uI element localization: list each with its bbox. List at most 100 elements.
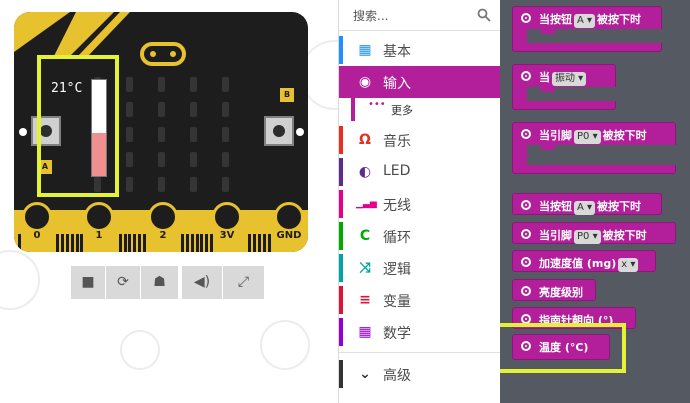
led-pixel	[126, 177, 133, 192]
block-dropdown[interactable]: A ▾	[574, 201, 596, 215]
pin-1[interactable]	[84, 202, 114, 232]
button-b[interactable]	[264, 116, 294, 146]
restart-icon[interactable]: ⟳	[106, 266, 140, 299]
category-数学[interactable]: ▦ 数学	[339, 316, 501, 348]
category-高级[interactable]: ⌄ 高级	[339, 358, 501, 390]
edge-tooth	[18, 234, 21, 252]
block-label: 当引脚 P0 ▾ 被按下时	[539, 127, 647, 144]
pin-label: 2	[159, 230, 167, 241]
subcategory-more[interactable]: ••• 更多	[351, 97, 501, 121]
toolbox-sidebar: 搜索... ▦ 基本 ◉ 输入 ••• 更多 Ω 音乐 ◐ LED ▁▃▅ 无线 C 循环 ⤨ 逻辑 ≡ 变量 ▦ 数…	[338, 0, 501, 403]
block-text: 被按下时	[597, 13, 642, 26]
block-text: 当按钮	[539, 13, 572, 26]
block-dropdown[interactable]: A ▾	[574, 14, 596, 28]
category-逻辑[interactable]: ⤨ 逻辑	[339, 252, 501, 284]
pin-label: 1	[95, 230, 103, 241]
block-text: 被按下时	[602, 129, 647, 142]
category-label: 变量	[383, 294, 411, 310]
button-a-edge	[19, 128, 27, 136]
category-label: 输入	[383, 76, 411, 92]
block-dropdown[interactable]: 振动 ▾	[552, 72, 587, 86]
category-label: 数学	[383, 326, 411, 342]
block-dropdown[interactable]: x ▾	[618, 258, 639, 272]
pin-label: GND	[276, 230, 302, 241]
toolbox-search[interactable]: 搜索...	[339, 0, 501, 30]
block-notch	[541, 145, 555, 150]
led-pixel	[126, 127, 133, 142]
category-输入[interactable]: ◉ 输入	[339, 66, 501, 98]
toggle-icon: ◐	[358, 164, 372, 180]
led-pixel	[158, 102, 165, 117]
pin-0[interactable]	[22, 202, 52, 232]
category-label: 音乐	[383, 134, 411, 150]
shuffle-icon: ⤨	[359, 260, 371, 276]
led-pixel	[190, 77, 197, 92]
block-dropdown[interactable]: P0 ▾	[574, 130, 601, 144]
edge-tooth	[186, 234, 189, 252]
block-radio-icon	[521, 229, 531, 239]
category-无线[interactable]: ▁▃▅ 无线	[339, 188, 501, 220]
led-pixel	[158, 77, 165, 92]
block-dropdown[interactable]: P0 ▾	[574, 230, 601, 244]
category-循环[interactable]: C 循环	[339, 220, 501, 252]
category-label: 高级	[383, 368, 411, 384]
input-block[interactable]: 亮度级别	[512, 279, 596, 301]
led-pixel	[222, 177, 229, 192]
lines-icon: ≡	[359, 292, 371, 308]
led-pixel	[190, 102, 197, 117]
pin-3v[interactable]	[212, 202, 242, 232]
edge-tooth	[128, 234, 132, 252]
pin-gnd[interactable]	[274, 202, 304, 232]
dots-icon: •••	[368, 99, 386, 110]
category-基本[interactable]: ▦ 基本	[339, 34, 501, 66]
mute-icon[interactable]: ◀)	[182, 266, 222, 299]
search-input[interactable]: 搜索...	[353, 7, 388, 24]
category-音乐[interactable]: Ω 音乐	[339, 124, 501, 156]
event-block[interactable]: 当引脚 P0 ▾ 被按下时	[512, 122, 687, 174]
temperature-value: 21°C	[51, 81, 83, 96]
led-pixel	[126, 152, 133, 167]
edge-tooth	[56, 234, 60, 252]
button-b-edge	[296, 128, 304, 136]
stop-icon[interactable]: ■	[71, 266, 105, 299]
pin-label: 0	[33, 230, 41, 241]
input-block[interactable]: 当引脚 P0 ▾ 被按下时	[512, 222, 676, 244]
edge-tooth	[267, 234, 271, 252]
temperature-sensor-highlight: 21°C	[37, 55, 119, 197]
category-color-bar	[339, 190, 343, 218]
search-icon[interactable]	[477, 8, 491, 22]
led-pixel	[158, 177, 165, 192]
block-label: 当按钮 A ▾ 被按下时	[539, 198, 641, 215]
event-block[interactable]: 当按钮 A ▾ 被按下时	[512, 6, 687, 52]
edge-tooth	[200, 234, 204, 252]
input-block[interactable]: 加速度值 (mg) x ▾	[512, 250, 656, 272]
pin-2[interactable]	[148, 202, 178, 232]
block-label: 当按钮 A ▾ 被按下时	[539, 11, 641, 28]
block-label: 加速度值 (mg) x ▾	[539, 255, 640, 272]
fullscreen-icon[interactable]: ⤢	[223, 266, 264, 299]
block-notch	[541, 87, 555, 92]
event-block[interactable]: 当振动 ▾	[512, 64, 687, 110]
edge-tooth	[181, 234, 185, 252]
category-变量[interactable]: ≡ 变量	[339, 284, 501, 316]
microbit-logo	[140, 42, 186, 66]
block-radio-icon	[521, 200, 531, 210]
chevron-down-icon: ⌄	[359, 366, 371, 382]
headphones-icon: Ω	[359, 132, 371, 148]
category-LED[interactable]: ◐ LED	[339, 156, 501, 188]
input-block[interactable]: 当按钮 A ▾ 被按下时	[512, 193, 662, 215]
divider	[339, 352, 501, 353]
thermometer-slider[interactable]	[91, 79, 107, 177]
block-text: 当引脚	[539, 229, 572, 242]
category-color-bar	[339, 158, 343, 186]
block-radio-icon	[521, 286, 531, 296]
edge-tooth	[138, 234, 141, 252]
category-color-bar	[339, 254, 343, 282]
debug-icon[interactable]: ☗	[141, 266, 178, 299]
block-text: 加速度值 (mg)	[539, 257, 617, 270]
edge-tooth	[195, 234, 199, 252]
category-color-bar	[339, 222, 343, 250]
category-color-bar	[339, 360, 343, 388]
edge-tooth	[133, 234, 137, 252]
category-label: 无线	[383, 198, 411, 214]
